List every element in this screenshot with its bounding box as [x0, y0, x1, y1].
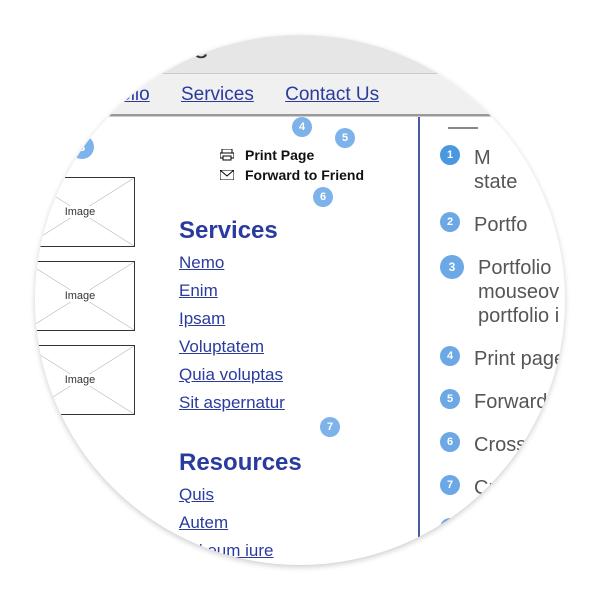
legend-number: 8 — [440, 518, 460, 538]
legend-item: 5 Forward — [440, 389, 565, 414]
service-link[interactable]: Voluptatem — [179, 337, 408, 357]
print-icon — [219, 149, 235, 161]
legend-text: Portfoliomouseovportfolio i — [478, 255, 559, 328]
print-label: Print Page — [245, 147, 314, 163]
nav-contact[interactable]: Contact Us — [285, 84, 379, 105]
nav-services[interactable]: Services — [181, 84, 254, 105]
legend-item: 4 Print page — [440, 346, 565, 371]
legend-number: 3 — [440, 255, 464, 279]
forward-label: Forward to Friend — [245, 167, 364, 183]
legend-text: Forward — [474, 389, 547, 414]
services-heading: Services — [179, 217, 408, 245]
annotation-marker-3: 3 — [70, 135, 94, 159]
resource-link[interactable]: Autem — [179, 513, 408, 533]
tagline: Tagline — [35, 35, 565, 74]
legend-panel: 1 Mstate 2 Portfo 3 Portfoliomouseovportfolio… — [420, 117, 565, 565]
legend-number: 7 — [440, 475, 460, 495]
legend-number: 5 — [440, 389, 460, 409]
service-link[interactable]: Enim — [179, 281, 408, 301]
wireframe-clip: Tagline Portfolio Services Contact Us 3 … — [35, 35, 565, 565]
legend-number: 1 — [440, 145, 460, 165]
resources-links: Quis Autem Vel eum iure henderit — [179, 485, 408, 565]
legend-item: 3 Portfoliomouseovportfolio i — [440, 255, 565, 328]
legend-text: Print page — [474, 346, 565, 371]
envelope-icon — [219, 170, 235, 180]
legend-item: 8 — [440, 518, 565, 538]
thumbnail[interactable]: Image — [35, 177, 135, 247]
resource-link[interactable]: Quis — [179, 485, 408, 505]
service-link[interactable]: Sit aspernatur — [179, 393, 408, 413]
thumbnail-label: Image — [63, 290, 98, 302]
annotation-marker-5: 5 — [335, 128, 355, 148]
thumbnail-label: Image — [63, 374, 98, 386]
thumbnail[interactable]: Image — [35, 261, 135, 331]
service-link[interactable]: Nemo — [179, 253, 408, 273]
service-link[interactable]: Ipsam — [179, 309, 408, 329]
thumbnail-label: Image — [63, 206, 98, 218]
nav-portfolio[interactable]: Portfolio — [80, 84, 150, 105]
print-page-action[interactable]: Print Page — [219, 147, 408, 163]
annotation-marker-7: 7 — [320, 417, 340, 437]
legend-text: Mstate — [474, 145, 517, 194]
legend-number: 4 — [440, 346, 460, 366]
legend-number: 2 — [440, 212, 460, 232]
annotation-marker-4: 4 — [292, 117, 312, 137]
legend-item: 1 Mstate — [440, 145, 565, 194]
thumbnail[interactable]: Image — [35, 345, 135, 415]
services-links: Nemo Enim Ipsam Voluptatem Quia voluptas… — [179, 253, 408, 413]
resources-heading: Resources — [179, 449, 408, 477]
portfolio-thumbnails: Image Image Image — [45, 177, 135, 565]
service-link[interactable]: Quia voluptas — [179, 365, 408, 385]
legend-item: 2 Portfo — [440, 212, 565, 237]
legend-item: 7 Cross — [440, 475, 565, 500]
legend-text: Cross — [474, 475, 526, 500]
legend-divider — [448, 127, 478, 129]
legend-number: 6 — [440, 432, 460, 452]
nav-bar: Portfolio Services Contact Us — [35, 74, 565, 116]
annotation-marker-6: 6 — [313, 187, 333, 207]
resource-link[interactable]: Vel eum iure — [179, 541, 408, 561]
legend-text: Portfo — [474, 212, 527, 237]
legend-item: 6 Crosslin — [440, 432, 565, 457]
forward-friend-action[interactable]: Forward to Friend — [219, 167, 408, 183]
legend-text: Crosslin — [474, 432, 546, 457]
